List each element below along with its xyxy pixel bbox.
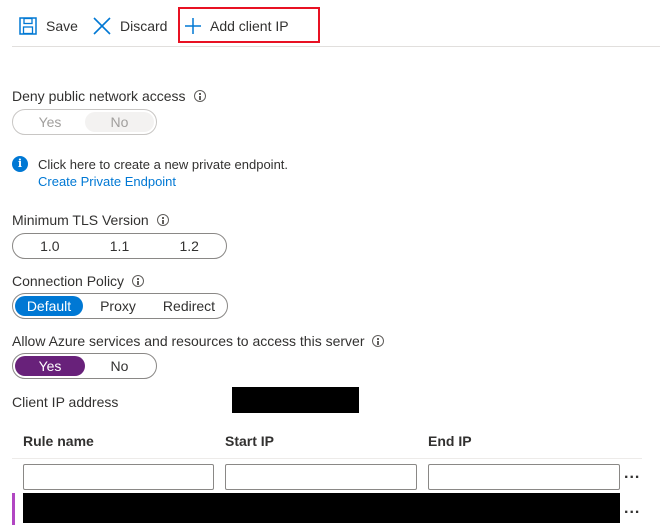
table-header-divider [12, 458, 642, 459]
connection-policy-label: Connection Policy [12, 273, 125, 289]
discard-button[interactable]: Discard [92, 8, 167, 44]
info-icon[interactable] [156, 214, 169, 226]
discard-label: Discard [120, 18, 168, 34]
save-label: Save [46, 18, 78, 34]
info-icon[interactable] [132, 275, 145, 287]
column-header-start-ip: Start IP [225, 433, 275, 449]
more-actions-button[interactable]: ... [624, 465, 640, 483]
tls-option-1-2[interactable]: 1.2 [154, 236, 224, 256]
azure-services-toggle[interactable]: Yes No [12, 353, 157, 379]
info-icon[interactable] [372, 335, 385, 347]
toolbar-divider [12, 46, 660, 47]
deny-public-access-label-row: Deny public network access [12, 88, 206, 104]
info-filled-icon: i [12, 156, 28, 172]
deny-public-access-toggle[interactable]: Yes No [12, 109, 157, 135]
row-selected-indicator [12, 493, 15, 525]
deny-public-yes-option[interactable]: Yes [15, 112, 85, 132]
end-ip-input[interactable] [428, 464, 620, 490]
tls-version-toggle[interactable]: 1.0 1.1 1.2 [12, 233, 227, 259]
tls-label: Minimum TLS Version [12, 212, 149, 228]
add-client-ip-label: Add client IP [210, 18, 289, 34]
create-private-endpoint-link[interactable]: Create Private Endpoint [38, 174, 176, 189]
deny-public-no-option[interactable]: No [85, 112, 154, 132]
connection-policy-label-row: Connection Policy [12, 273, 145, 289]
connection-policy-redirect-option[interactable]: Redirect [153, 296, 225, 316]
azure-services-no-option[interactable]: No [85, 356, 154, 376]
connection-policy-toggle[interactable]: Default Proxy Redirect [12, 293, 228, 319]
plus-icon [184, 17, 202, 35]
close-icon [92, 16, 112, 36]
private-endpoint-message: Click here to create a new private endpo… [38, 157, 289, 172]
azure-services-label-row: Allow Azure services and resources to ac… [12, 333, 385, 349]
column-header-rule-name: Rule name [23, 433, 94, 449]
info-icon[interactable] [193, 90, 206, 102]
save-icon [18, 16, 38, 36]
connection-policy-default-option[interactable]: Default [15, 296, 83, 316]
column-header-end-ip: End IP [428, 433, 472, 449]
tls-label-row: Minimum TLS Version [12, 212, 169, 228]
save-button[interactable]: Save [18, 8, 78, 44]
tls-option-1-1[interactable]: 1.1 [85, 236, 155, 256]
client-ip-value-redacted [232, 387, 359, 413]
azure-services-yes-option[interactable]: Yes [15, 356, 85, 376]
start-ip-input[interactable] [225, 464, 417, 490]
deny-public-access-label: Deny public network access [12, 88, 186, 104]
more-actions-button[interactable]: ... [624, 500, 640, 518]
add-client-ip-button[interactable]: Add client IP [184, 8, 289, 44]
azure-services-label: Allow Azure services and resources to ac… [12, 333, 365, 349]
rule-name-input[interactable] [23, 464, 214, 490]
table-row-redacted[interactable] [23, 493, 620, 523]
client-ip-label: Client IP address [12, 394, 119, 410]
tls-option-1-0[interactable]: 1.0 [15, 236, 85, 256]
connection-policy-proxy-option[interactable]: Proxy [83, 296, 153, 316]
